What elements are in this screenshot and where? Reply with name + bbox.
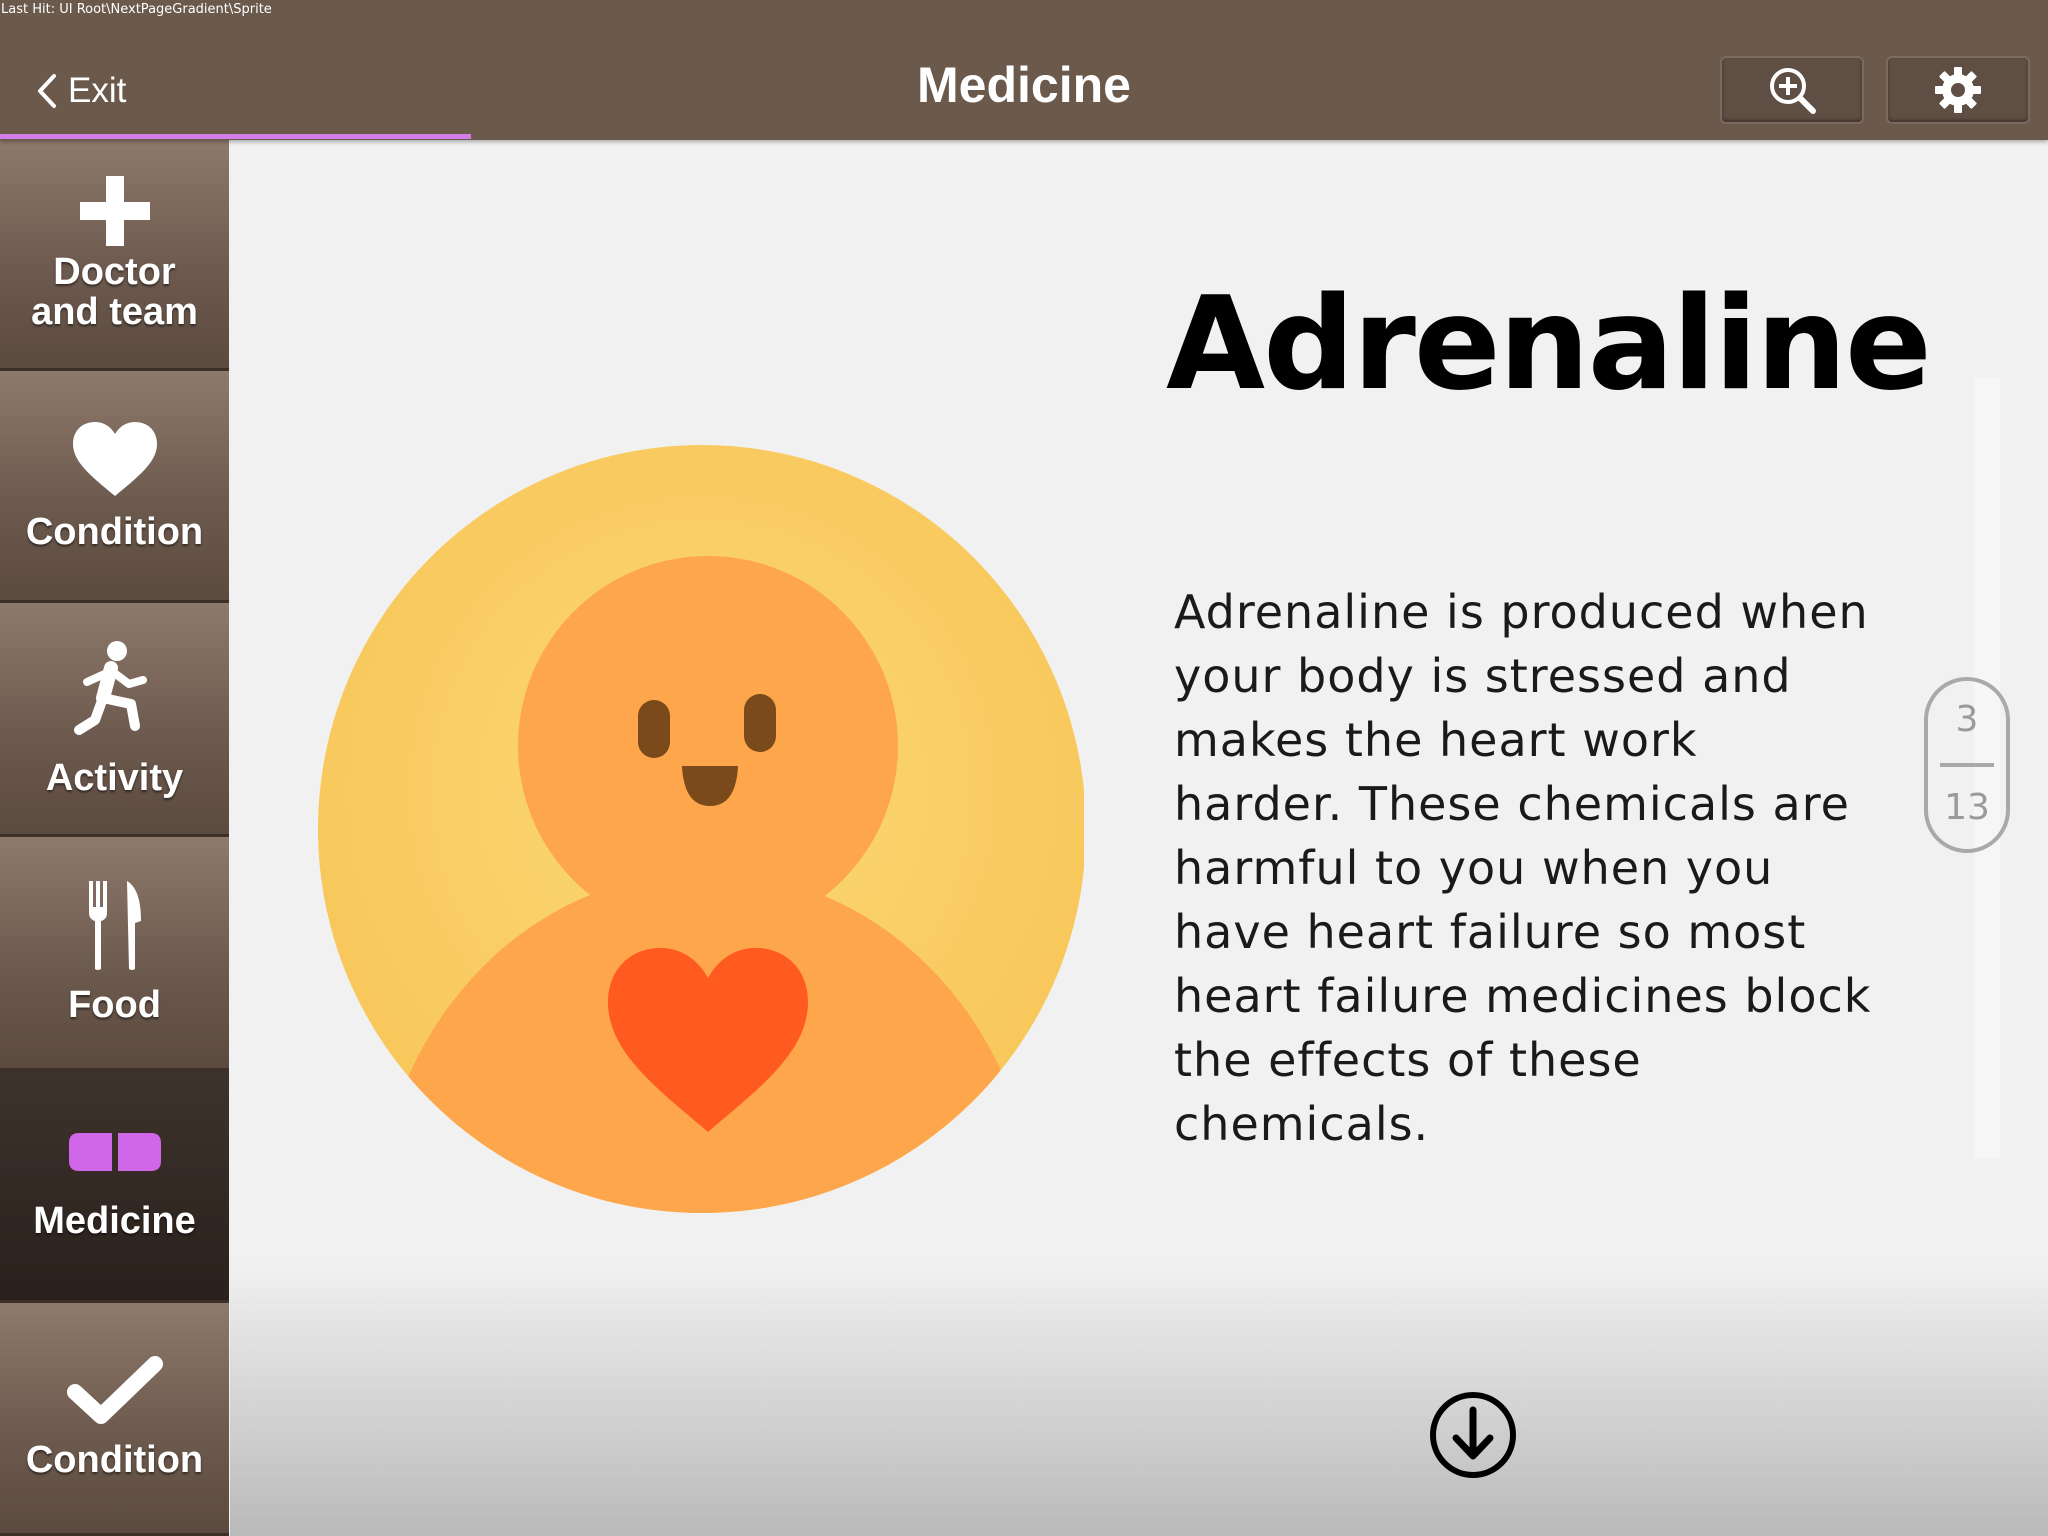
- zoom-in-icon: [1770, 68, 1816, 114]
- sidebar-label-line2: and team: [31, 291, 198, 333]
- gear-icon: [1935, 67, 1981, 113]
- sidebar-item-label: Activity: [45, 756, 184, 799]
- plus-icon: [79, 176, 150, 246]
- sidebar-item-label: Doctor and team: [31, 252, 198, 332]
- sidebar-item-food[interactable]: Food: [0, 837, 229, 1071]
- sidebar-item-condition-check[interactable]: Condition: [0, 1303, 229, 1536]
- top-bar: Exit Medicine: [0, 0, 2048, 140]
- smiling-person-heart-icon: [312, 442, 1086, 1216]
- sidebar-item-label: Food: [68, 983, 161, 1026]
- sidebar-item-label: Medicine: [33, 1199, 196, 1242]
- sidebar: Doctor and team Condition Activity Food …: [0, 140, 230, 1536]
- debug-hit-text: Last Hit: UI Root\NextPageGradient\Sprit…: [1, 2, 272, 17]
- sidebar-item-condition[interactable]: Condition: [0, 371, 229, 603]
- article-body: Adrenaline is produced when your body is…: [1174, 585, 1872, 1151]
- chevron-left-icon: [38, 74, 56, 108]
- next-page-gradient: [230, 1260, 2048, 1536]
- zoom-button[interactable]: [1720, 56, 1864, 124]
- sidebar-label-line1: Doctor: [53, 251, 176, 293]
- page-title: Medicine: [917, 57, 1131, 113]
- sidebar-item-doctor-and-team[interactable]: Doctor and team: [0, 140, 229, 371]
- sidebar-item-activity[interactable]: Activity: [0, 603, 229, 837]
- sidebar-item-label: Condition: [25, 510, 204, 553]
- settings-button[interactable]: [1886, 56, 2030, 124]
- arrow-down-circle-icon: [1430, 1392, 1516, 1478]
- heart-icon: [72, 421, 157, 496]
- reading-progress-bar: [0, 134, 471, 139]
- next-page-button[interactable]: [1428, 1390, 1518, 1480]
- current-page: 3: [1955, 699, 1979, 740]
- exit-label: Exit: [68, 71, 127, 110]
- page-separator: [1940, 763, 1994, 767]
- sidebar-item-label: Condition: [25, 1439, 204, 1481]
- pill-icon: [68, 1132, 161, 1171]
- running-person-icon: [73, 640, 147, 735]
- exit-button[interactable]: Exit: [36, 62, 126, 120]
- sidebar-item-medicine[interactable]: Medicine: [0, 1071, 229, 1303]
- article-heading: Adrenaline: [1166, 270, 1932, 419]
- page-indicator: 3 13: [1924, 677, 2010, 853]
- checkmark-icon: [66, 1356, 163, 1424]
- total-pages: 13: [1944, 787, 1990, 828]
- fork-knife-icon: [88, 880, 141, 970]
